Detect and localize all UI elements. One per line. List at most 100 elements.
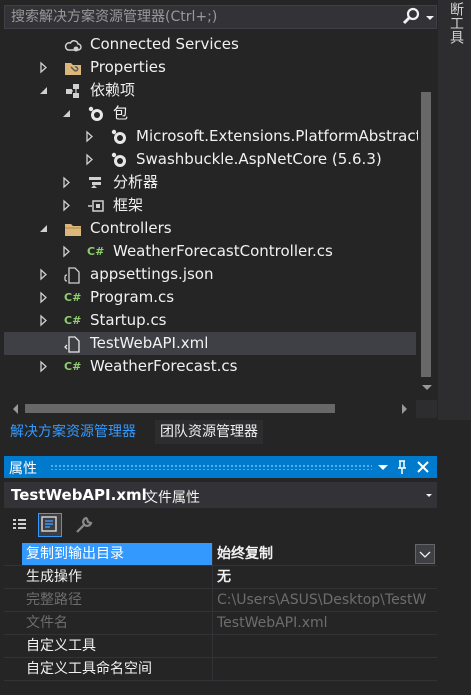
collapse-arrow-icon[interactable] [61, 102, 73, 125]
property-pages-icon[interactable] [38, 513, 62, 537]
tree-item-label: Connected Services [90, 35, 239, 53]
csharp-icon: C# [64, 360, 82, 373]
properties-toolbar [4, 510, 437, 540]
tree-item-label: 包 [113, 104, 129, 122]
wrench-folder-icon [64, 59, 82, 77]
wrench-icon[interactable] [72, 513, 96, 537]
csharp-icon: C# [87, 245, 105, 258]
tree-item-package-swashbuckle[interactable]: Swashbuckle.AspNetCore (5.6.3) [0, 148, 420, 171]
horizontal-scrollbar-thumb[interactable] [25, 404, 335, 413]
expand-arrow-icon[interactable] [38, 263, 50, 286]
window-position-dropdown-icon[interactable] [374, 456, 392, 478]
expand-arrow-icon[interactable] [38, 286, 50, 309]
property-value[interactable] [213, 635, 437, 657]
side-tab-diagnostic-tools[interactable]: 断工具 [444, 2, 464, 44]
collapse-arrow-icon[interactable] [38, 79, 50, 102]
property-value[interactable]: 无 [213, 566, 437, 588]
tree-item-label: Microsoft.Extensions.PlatformAbstract [136, 127, 422, 145]
tree-item-package-microsoft-extensions[interactable]: Microsoft.Extensions.PlatformAbstract [0, 125, 422, 148]
tree-item-properties[interactable]: Properties [0, 56, 420, 79]
property-value: C:\Users\ASUS\Desktop\TestW [217, 592, 427, 608]
property-row-copy-to-output[interactable]: 复制到输出目录 始终复制 [4, 543, 437, 566]
expand-arrow-icon[interactable] [38, 355, 50, 378]
tree-item-packages[interactable]: 包 [0, 102, 420, 125]
tree-item-label: Program.cs [90, 288, 175, 306]
chevron-down-icon[interactable] [423, 482, 435, 508]
tree-item-startup[interactable]: C# Startup.cs [0, 309, 420, 332]
close-icon[interactable] [414, 456, 432, 478]
object-name: TestWebAPI.xml [11, 486, 147, 504]
expand-arrow-icon[interactable] [84, 125, 96, 148]
search-options-dropdown[interactable] [423, 6, 437, 28]
tree-item-label: 框架 [113, 196, 144, 214]
property-name: 生成操作 [22, 566, 213, 588]
tree-item-label: Properties [90, 58, 166, 76]
cloud-icon [64, 36, 82, 54]
property-row-file-name: 文件名 TestWebAPI.xml [4, 612, 437, 635]
solution-tree: Connected Services Properties 依赖项 包 Micr… [0, 33, 438, 395]
folder-icon [64, 220, 82, 238]
drag-grip[interactable] [50, 464, 372, 470]
properties-title-bar[interactable]: 属性 [4, 456, 437, 478]
xml-file-icon [64, 335, 82, 353]
tree-item-weatherforecast[interactable]: C# WeatherForecast.cs [0, 355, 420, 378]
object-type: 文件属性 [144, 490, 200, 506]
property-value[interactable]: 始终复制 [213, 543, 437, 565]
tree-item-label: 分析器 [113, 173, 159, 191]
property-value: TestWebAPI.xml [217, 615, 328, 631]
package-icon [110, 151, 128, 169]
property-grid: 复制到输出目录 始终复制 生成操作 无 完整路径 C:\Users\ASUS\D… [4, 543, 437, 683]
categorized-icon[interactable] [10, 513, 34, 537]
csharp-icon: C# [64, 291, 82, 304]
property-row-build-action[interactable]: 生成操作 无 [4, 566, 437, 589]
property-row-custom-tool[interactable]: 自定义工具 [4, 635, 437, 658]
analyzer-icon [87, 174, 105, 192]
tree-item-connected-services[interactable]: Connected Services [0, 33, 420, 56]
search-input[interactable] [5, 6, 395, 28]
expand-arrow-icon[interactable] [38, 309, 50, 332]
tree-item-label: Controllers [90, 219, 172, 237]
tree-item-controllers[interactable]: Controllers [0, 217, 420, 240]
scrollbar-corner [416, 400, 437, 418]
pin-icon[interactable] [393, 456, 411, 478]
property-row-full-path: 完整路径 C:\Users\ASUS\Desktop\TestW [4, 589, 437, 612]
tree-item-label: appsettings.json [90, 265, 214, 283]
property-name: 完整路径 [22, 589, 213, 611]
tree-item-weatherforecastcontroller[interactable]: C# WeatherForecastController.cs [0, 240, 420, 263]
tree-item-dependencies[interactable]: 依赖项 [0, 79, 420, 102]
dependencies-icon [64, 82, 82, 100]
tree-item-analyzers[interactable]: 分析器 [0, 171, 420, 194]
property-name: 复制到输出目录 [22, 543, 213, 565]
property-value[interactable] [213, 658, 437, 680]
expand-arrow-icon[interactable] [38, 56, 50, 79]
tree-item-label: Swashbuckle.AspNetCore (5.6.3) [136, 150, 382, 168]
tree-item-frameworks[interactable]: 框架 [0, 194, 420, 217]
properties-title: 属性 [9, 461, 37, 477]
tree-item-label: TestWebAPI.xml [90, 334, 209, 352]
collapse-arrow-icon[interactable] [38, 217, 50, 240]
tree-item-appsettings[interactable]: appsettings.json [0, 263, 420, 286]
side-tab-strip [438, 0, 471, 420]
framework-icon [87, 197, 105, 215]
property-name: 自定义工具 [22, 635, 213, 657]
json-file-icon [64, 266, 82, 284]
tab-solution-explorer[interactable]: 解决方案资源管理器 [4, 420, 142, 444]
object-selector[interactable]: TestWebAPI.xml 文件属性 [4, 482, 437, 508]
tab-team-explorer[interactable]: 团队资源管理器 [155, 420, 263, 444]
expand-arrow-icon[interactable] [61, 194, 73, 217]
expand-arrow-icon[interactable] [84, 148, 96, 171]
property-row-custom-tool-namespace[interactable]: 自定义工具命名空间 [4, 658, 437, 681]
property-name: 自定义工具命名空间 [22, 658, 213, 680]
tree-item-testwebapi-xml[interactable]: TestWebAPI.xml [4, 332, 416, 355]
property-name: 文件名 [22, 612, 213, 634]
search-box [4, 5, 437, 29]
expand-arrow-icon[interactable] [61, 171, 73, 194]
tree-item-program[interactable]: C# Program.cs [0, 286, 420, 309]
expand-arrow-icon[interactable] [61, 240, 73, 263]
tree-item-label: WeatherForecastController.cs [113, 242, 333, 260]
chevron-down-icon[interactable] [415, 544, 435, 564]
vertical-scrollbar-thumb[interactable] [421, 92, 431, 377]
csharp-icon: C# [64, 314, 82, 327]
tree-item-label: Startup.cs [90, 311, 167, 329]
search-icon[interactable] [400, 6, 422, 28]
